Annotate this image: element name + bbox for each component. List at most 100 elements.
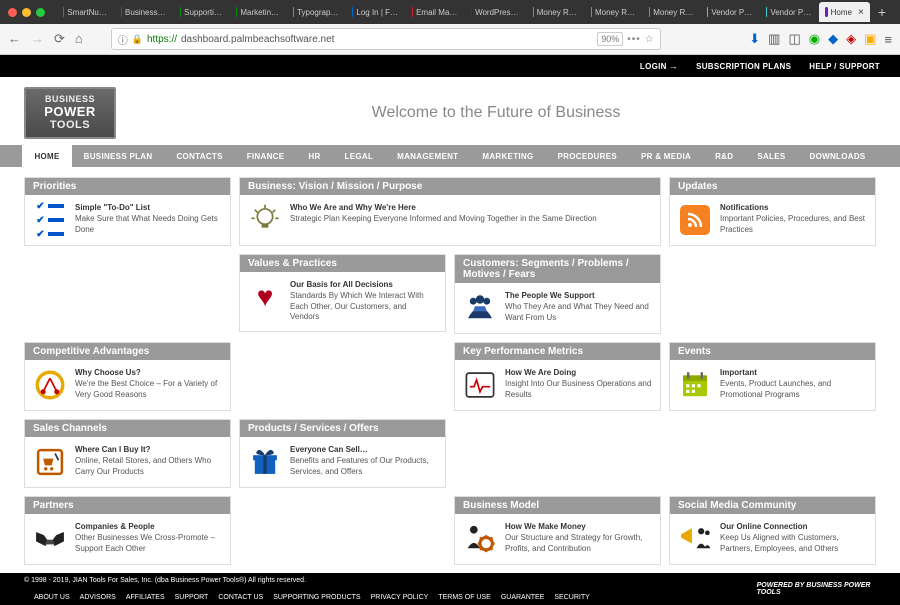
card-kpi[interactable]: Key Performance Metrics How We Are Doing… xyxy=(454,342,661,411)
maximize-window-button[interactable] xyxy=(36,8,45,17)
browser-tab[interactable]: Supporti… xyxy=(174,2,228,22)
card-text: Where Can I Buy It? Online, Retail Store… xyxy=(75,445,222,477)
new-tab-button[interactable]: + xyxy=(872,4,892,20)
nav-item-contacts[interactable]: CONTACTS xyxy=(164,145,234,167)
more-icon[interactable]: ••• xyxy=(627,34,641,45)
card-text: Simple "To-Do" List Make Sure that What … xyxy=(75,203,222,235)
tab-label: Money R… xyxy=(653,8,693,17)
card-business-model[interactable]: Business Model How We Make Money Our Str… xyxy=(454,496,661,565)
sidebar-icon[interactable]: ◫ xyxy=(788,31,800,47)
menu-icon[interactable]: ≡ xyxy=(884,32,892,47)
card-text: Everyone Can Sell… Benefits and Features… xyxy=(290,445,437,477)
nav-item-management[interactable]: MANAGEMENT xyxy=(385,145,470,167)
tab-label: Vendor P… xyxy=(770,8,811,17)
close-tab-icon[interactable]: × xyxy=(858,7,864,18)
browser-tab[interactable]: WordPres… xyxy=(465,2,524,22)
extension-icon-1[interactable]: ◉ xyxy=(809,31,820,47)
back-button[interactable]: ← xyxy=(8,31,21,47)
login-link[interactable]: LOGIN→ xyxy=(640,61,678,71)
card-competitive[interactable]: Competitive Advantages Why Choose Us? We… xyxy=(24,342,231,411)
extension-icon-3[interactable]: ◈ xyxy=(846,31,856,47)
browser-tab[interactable]: Money R… xyxy=(527,2,583,22)
browser-tab[interactable]: Log In | F… xyxy=(346,2,404,22)
footer-link[interactable]: CONTACT US xyxy=(218,594,263,601)
card-sales-channels[interactable]: Sales Channels Where Can I Buy It? Onlin… xyxy=(24,419,231,488)
browser-tab[interactable]: Money R… xyxy=(585,2,641,22)
browser-tab[interactable]: Vendor P… xyxy=(760,2,817,22)
footer-link[interactable]: ADVISORS xyxy=(80,594,116,601)
browser-tab[interactable]: Money R… xyxy=(643,2,699,22)
card-text: How We Make Money Our Structure and Stra… xyxy=(505,522,652,554)
card-text: Our Online Connection Keep Us Aligned wi… xyxy=(720,522,867,554)
card-priorities[interactable]: Priorities ✔ ✔ ✔ Simple "To-Do" List Mak… xyxy=(24,177,231,246)
card-header: Key Performance Metrics xyxy=(455,343,660,360)
footer-link[interactable]: GUARANTEE xyxy=(501,594,545,601)
minimize-window-button[interactable] xyxy=(22,8,31,17)
nav-item-hr[interactable]: HR xyxy=(296,145,332,167)
footer-link[interactable]: SUPPORTING PRODUCTS xyxy=(273,594,360,601)
nav-item-sales[interactable]: SALES xyxy=(745,145,797,167)
logo-line-2: POWER xyxy=(44,105,96,119)
tab-favicon-icon xyxy=(412,7,413,17)
card-vision[interactable]: Business: Vision / Mission / Purpose Who… xyxy=(239,177,661,246)
nav-item-downloads[interactable]: DOWNLOADS xyxy=(798,145,878,167)
tab-label: Typograp… xyxy=(297,8,338,17)
logo[interactable]: BUSINESS POWER TOOLS xyxy=(24,87,116,139)
home-button[interactable]: ⌂ xyxy=(75,31,83,47)
card-updates[interactable]: Updates Notifications Important Policies… xyxy=(669,177,876,246)
address-bar[interactable]: ⓘ 🔒 https://dashboard.palmbeachsoftware.… xyxy=(111,28,661,50)
browser-tab[interactable]: Home× xyxy=(819,2,870,22)
forward-button[interactable]: → xyxy=(31,31,44,47)
browser-tab[interactable]: Email Ma… xyxy=(406,2,463,22)
nav-item-r-d[interactable]: R&D xyxy=(703,145,745,167)
extension-icon-4[interactable]: ▣ xyxy=(864,31,876,47)
footer-link[interactable]: SUPPORT xyxy=(175,594,209,601)
close-window-button[interactable] xyxy=(8,8,17,17)
nav-item-procedures[interactable]: PROCEDURES xyxy=(546,145,629,167)
card-events[interactable]: Events Important Events, Product Launche… xyxy=(669,342,876,411)
card-header: Business Model xyxy=(455,497,660,514)
library-icon[interactable]: ▥ xyxy=(768,31,780,47)
tab-strip: SmartNu… Business… Supporti…Marketin… Typog… xyxy=(0,0,900,24)
card-social[interactable]: Social Media Community Our Online Connec… xyxy=(669,496,876,565)
bookmark-star-icon[interactable]: ☆ xyxy=(645,34,654,45)
zoom-indicator[interactable]: 90% xyxy=(597,32,623,46)
browser-tab[interactable]: Vendor P… xyxy=(701,2,758,22)
footer-link[interactable]: AFFILIATES xyxy=(126,594,165,601)
footer-link[interactable]: PRIVACY POLICY xyxy=(371,594,429,601)
dashboard-grid: Priorities ✔ ✔ ✔ Simple "To-Do" List Mak… xyxy=(0,167,900,573)
card-products[interactable]: Products / Services / Offers Everyone Ca… xyxy=(239,419,446,488)
footer-link[interactable]: ABOUT US xyxy=(34,594,70,601)
nav-item-pr-media[interactable]: PR & MEDIA xyxy=(629,145,703,167)
card-customers[interactable]: Customers: Segments / Problems / Motives… xyxy=(454,254,661,334)
window-controls xyxy=(8,8,45,17)
nav-item-finance[interactable]: FINANCE xyxy=(235,145,297,167)
browser-tab[interactable]: Business… xyxy=(115,2,172,22)
help-support-link[interactable]: HELP / SUPPORT xyxy=(809,62,880,71)
card-partners[interactable]: Partners Companies & People Other Busine… xyxy=(24,496,231,565)
reload-button[interactable]: ⟳ xyxy=(54,31,65,47)
footer-link[interactable]: SECURITY xyxy=(554,594,589,601)
tab-label: Email Ma… xyxy=(416,8,457,17)
gift-icon xyxy=(248,445,282,479)
toolbar-right-icons: ⬇ ▥ ◫ ◉ ◆ ◈ ▣ ≡ xyxy=(749,31,892,47)
browser-tab[interactable]: Marketin… xyxy=(230,2,285,22)
person-gear-icon xyxy=(463,522,497,556)
nav-item-business-plan[interactable]: BUSINESS PLAN xyxy=(72,145,165,167)
browser-tab[interactable]: SmartNu… xyxy=(57,2,113,22)
tab-label: Vendor P… xyxy=(711,8,752,17)
download-icon[interactable]: ⬇ xyxy=(749,31,760,47)
footer: © 1998 - 2019, JIAN Tools For Sales, Inc… xyxy=(0,573,900,605)
nav-item-legal[interactable]: LEGAL xyxy=(333,145,386,167)
nav-item-home[interactable]: HOME xyxy=(22,145,71,167)
card-values[interactable]: Values & Practices ♥ Our Basis for All D… xyxy=(239,254,446,332)
extension-icon-2[interactable]: ◆ xyxy=(828,31,838,47)
tab-label: Business… xyxy=(125,8,165,17)
footer-link[interactable]: TERMS OF USE xyxy=(438,594,491,601)
nav-item-marketing[interactable]: MARKETING xyxy=(470,145,545,167)
card-header: Social Media Community xyxy=(670,497,875,514)
megaphone-people-icon xyxy=(678,522,712,556)
browser-tab[interactable]: Typograp… xyxy=(287,2,344,22)
subscription-plans-link[interactable]: SUBSCRIPTION PLANS xyxy=(696,62,791,71)
tab-label: SmartNu… xyxy=(67,8,107,17)
